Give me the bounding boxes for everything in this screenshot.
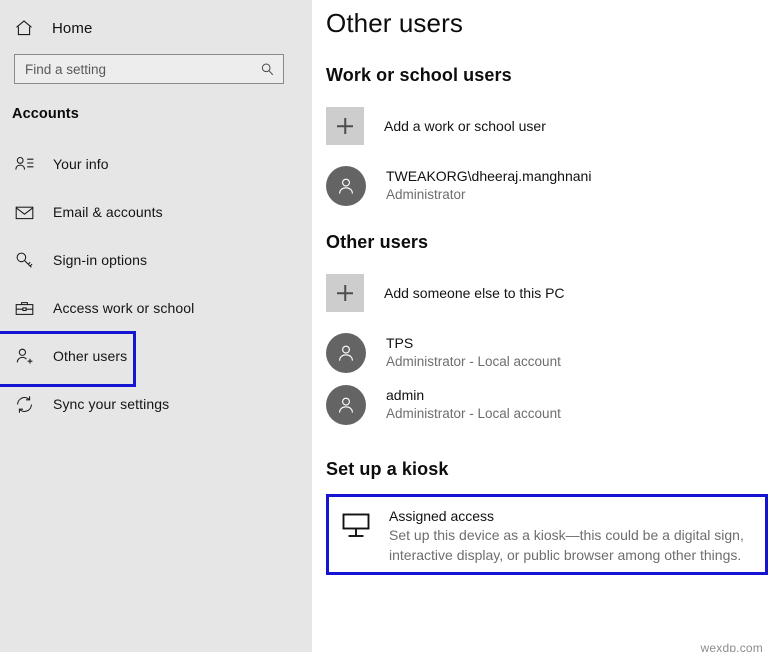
assigned-access-option[interactable]: Assigned access Set up this device as a … (326, 494, 768, 575)
sidebar-item-access-work-school[interactable]: Access work or school (0, 284, 312, 332)
sync-icon (14, 394, 35, 415)
work-school-user-row[interactable]: TWEAKORG\dheeraj.manghnani Administrator (326, 166, 777, 206)
home-label: Home (52, 19, 93, 37)
search-icon (260, 62, 275, 77)
assigned-access-title: Assigned access (389, 508, 495, 524)
plus-icon (326, 274, 364, 312)
sidebar-item-email-accounts[interactable]: Email & accounts (0, 188, 312, 236)
plus-icon (326, 107, 364, 145)
local-user-row[interactable]: TPS Administrator - Local account (326, 333, 777, 373)
envelope-icon (14, 202, 35, 223)
sidebar-home[interactable]: Home (0, 0, 312, 42)
avatar (326, 385, 366, 425)
kiosk-texts: Assigned access Set up this device as a … (389, 507, 755, 566)
user-texts: TPS Administrator - Local account (386, 335, 561, 371)
page-title: Other users (326, 8, 463, 38)
person-add-icon (14, 346, 35, 367)
add-someone-else-button[interactable]: Add someone else to this PC (326, 274, 777, 312)
user-detail: Administrator - Local account (386, 406, 561, 422)
sidebar-item-sync-settings[interactable]: Sync your settings (0, 380, 312, 428)
sidebar-item-label: Sign-in options (53, 252, 148, 268)
sidebar-item-label: Email & accounts (53, 204, 163, 220)
monitor-icon (339, 509, 373, 543)
avatar (326, 166, 366, 206)
briefcase-icon (14, 298, 35, 319)
avatar (326, 333, 366, 373)
add-work-school-user-label: Add a work or school user (384, 118, 546, 134)
home-icon (14, 18, 34, 38)
person-info-icon (14, 154, 35, 175)
kiosk-heading: Set up a kiosk (326, 459, 449, 479)
main-content: Other users Work or school users Add a w… (312, 0, 777, 652)
sidebar-item-your-info[interactable]: Your info (0, 140, 312, 188)
search-input[interactable] (25, 55, 260, 83)
sidebar-item-label: Other users (53, 348, 128, 364)
sidebar-item-signin-options[interactable]: Sign-in options (0, 236, 312, 284)
user-detail: Administrator (386, 187, 466, 203)
assigned-access-description: Set up this device as a kiosk—this could… (389, 527, 744, 564)
sidebar-nav-list: Your info Email & accounts Sign-in optio… (0, 140, 312, 428)
add-work-school-user-button[interactable]: Add a work or school user (326, 107, 777, 145)
user-detail: Administrator - Local account (386, 354, 561, 370)
sidebar-item-label: Sync your settings (53, 396, 170, 412)
work-school-heading: Work or school users (326, 65, 512, 85)
settings-sidebar: Home Accounts Your info (0, 0, 312, 652)
sidebar-item-label: Access work or school (53, 300, 195, 316)
sidebar-category-title: Accounts (12, 106, 79, 122)
local-user-row[interactable]: admin Administrator - Local account (326, 385, 777, 425)
user-name: TWEAKORG\dheeraj.manghnani (386, 167, 592, 184)
user-texts: admin Administrator - Local account (386, 387, 561, 423)
user-name: admin (386, 386, 425, 403)
user-texts: TWEAKORG\dheeraj.manghnani Administrator (386, 168, 591, 204)
key-icon (14, 250, 35, 271)
user-name: TPS (386, 334, 414, 351)
other-users-heading: Other users (326, 232, 429, 252)
add-someone-else-label: Add someone else to this PC (384, 285, 565, 301)
sidebar-item-other-users[interactable]: Other users (0, 331, 312, 387)
sidebar-item-label: Your info (53, 156, 109, 172)
search-box[interactable] (14, 54, 284, 84)
watermark: wexdp.com (700, 641, 763, 652)
